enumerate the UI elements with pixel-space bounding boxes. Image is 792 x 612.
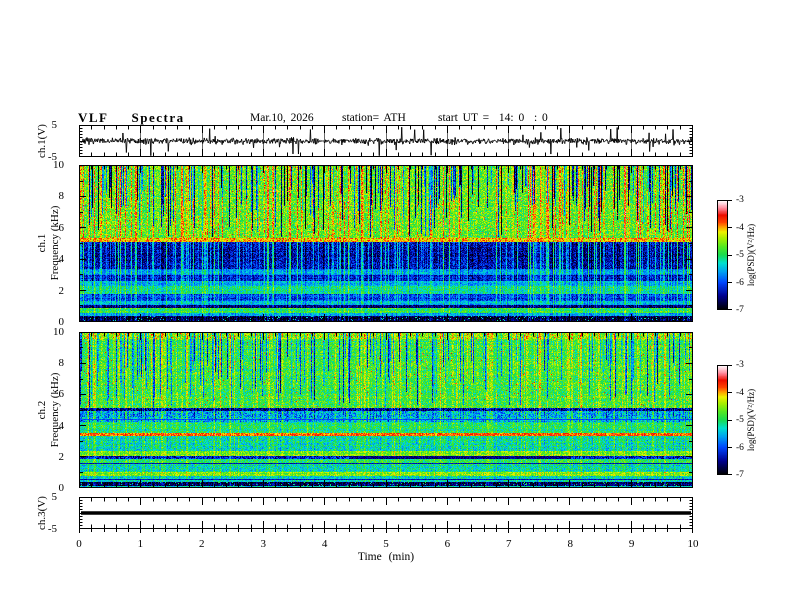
vlf-spectra-plot: VLF Spectra Mar.10, 2026 station= ATH st… <box>0 0 792 612</box>
colorbar-tick-label: -6 <box>736 442 744 453</box>
ch1-frequency-axis-label: Frequency (kHz) <box>49 205 61 281</box>
volt-tick-label: 5 <box>51 491 58 503</box>
time-tick-label: 3 <box>260 538 266 550</box>
freq-tick-label: 6 <box>58 221 65 234</box>
colorbar-tick-label: -7 <box>736 305 744 315</box>
ch1-spectrogram-panel <box>79 165 693 322</box>
freq-tick-label: 8 <box>58 190 65 203</box>
time-tick-label: 1 <box>137 538 144 550</box>
freq-tick-label: 8 <box>58 357 65 370</box>
colorbar-tick-label: -6 <box>736 277 744 288</box>
time-tick-label: 8 <box>567 538 573 550</box>
time-tick-label: 7 <box>506 538 512 550</box>
ch2-frequency-axis-label: Frequency (kHz) <box>49 372 61 448</box>
ch2-spectrogram-panel <box>79 332 693 488</box>
ch3-waveform-panel <box>79 497 693 535</box>
time-tick-label: 5 <box>383 538 389 550</box>
time-tick-label: 2 <box>199 538 205 550</box>
colorbar-ch2 <box>717 365 733 476</box>
date-label: Mar.10, 2026 <box>250 112 314 124</box>
start-ut-label: start UT = 14: 0 : 0 <box>438 112 548 124</box>
time-tick-label: 0 <box>76 538 82 550</box>
freq-tick-label: 4 <box>58 253 65 266</box>
ch2-channel-label: ch.2 <box>36 400 48 420</box>
colorbar-tick-label: -4 <box>736 387 744 398</box>
colorbar-ch1 <box>717 200 733 311</box>
freq-tick-label: 2 <box>58 284 65 297</box>
time-tick-label: 9 <box>628 538 635 550</box>
colorbar-tick-label: -4 <box>736 222 744 233</box>
colorbar-tick-label: -7 <box>736 470 744 480</box>
plot-title: VLF Spectra <box>78 110 185 125</box>
freq-tick-label: 6 <box>58 388 65 401</box>
time-axis-title: Time (min) <box>357 551 415 563</box>
volt-tick-label: -5 <box>47 523 57 535</box>
colorbar-tick-label: -3 <box>736 195 744 205</box>
ch1-waveform-panel <box>79 125 693 157</box>
station-label: station= ATH <box>342 112 406 124</box>
time-tick-label: 10 <box>687 538 699 550</box>
time-tick-label: 6 <box>444 538 451 550</box>
colorbar-tick-label: -3 <box>736 360 744 370</box>
volt-tick-label: 5 <box>51 119 58 131</box>
colorbar-tick-label: -5 <box>736 415 744 425</box>
freq-tick-label: 4 <box>58 419 65 432</box>
freq-tick-label: 10 <box>53 326 64 338</box>
colorbar-tick-label: -5 <box>736 250 744 260</box>
freq-tick-label: 2 <box>58 450 65 463</box>
volt-tick-label: -5 <box>47 151 57 163</box>
time-tick-label: 4 <box>321 538 328 550</box>
ch1-channel-label: ch.1 <box>36 233 48 253</box>
